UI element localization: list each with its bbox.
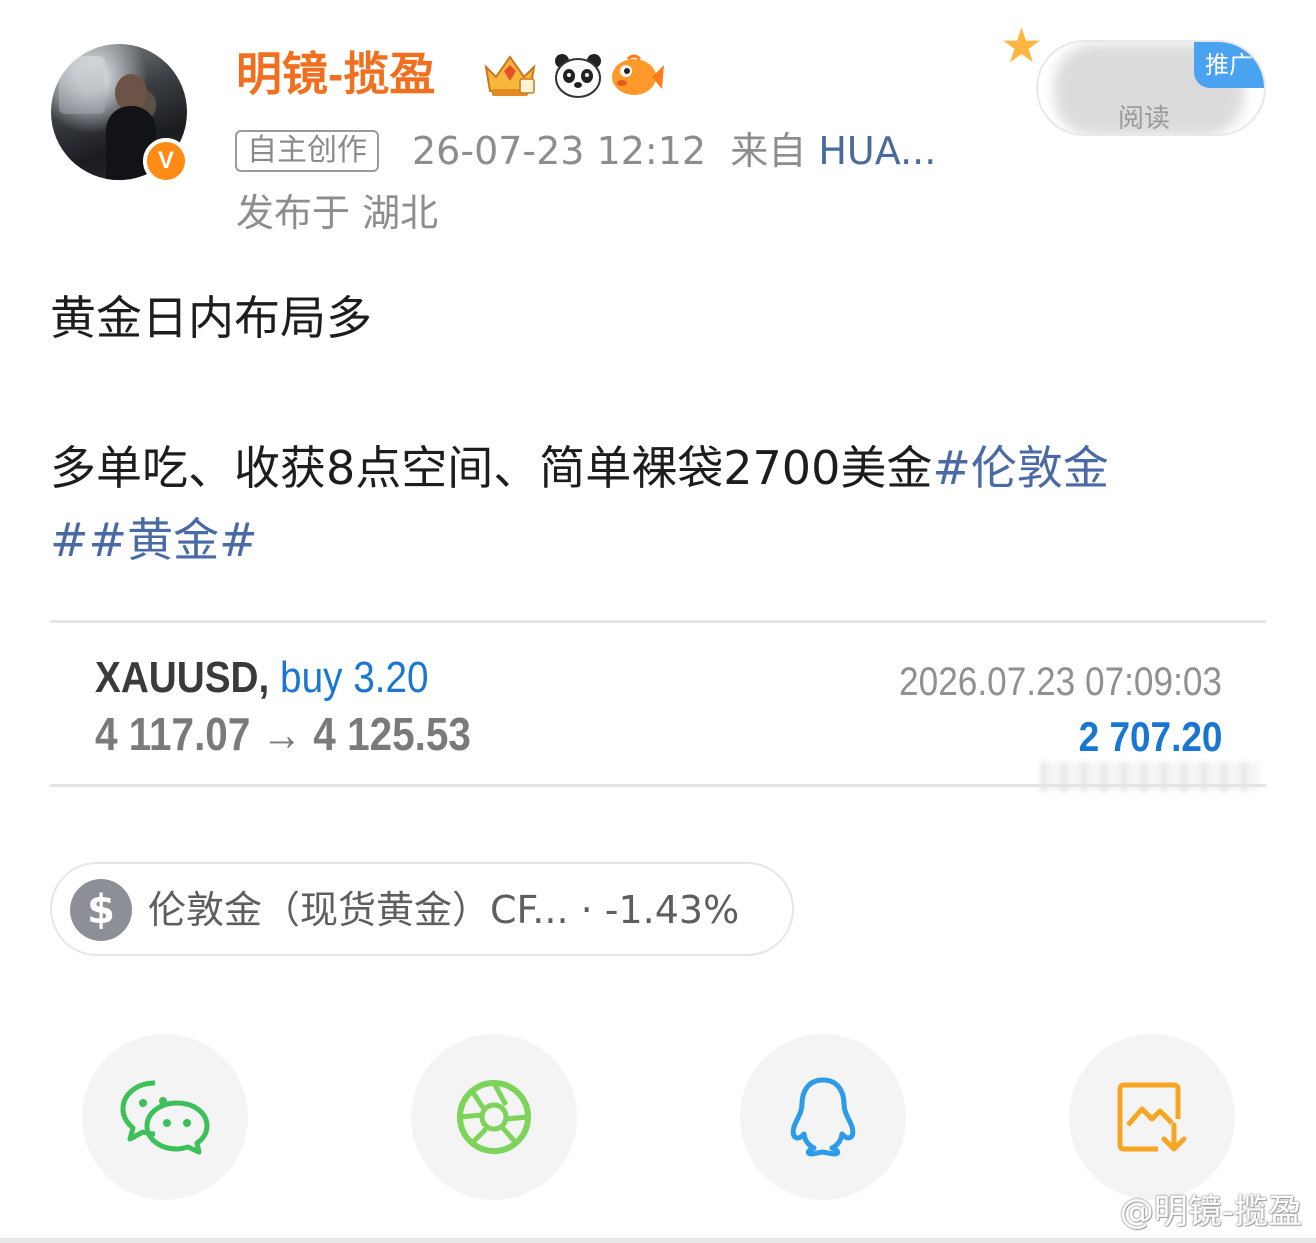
promo-widget[interactable]: 推广 阅读 — [1036, 40, 1266, 136]
original-content-tag: 自主创作 — [235, 130, 379, 172]
post-meta: 26-07-23 12:12 来自 HUA... — [412, 124, 936, 178]
post-text: 多单吃、收获8点空间、简单裸袋2700美金 — [50, 441, 933, 495]
username[interactable]: 明镜-揽盈 — [236, 44, 435, 104]
share-wechat-button[interactable] — [82, 1034, 248, 1200]
star-icon: ★ — [1000, 18, 1044, 74]
qq-icon — [790, 1077, 856, 1157]
post-text-line1: 黄金日内布局多 — [50, 291, 372, 345]
trade-symbol: XAUUSD, buy 3.20 — [95, 650, 429, 706]
source-prefix: 来自 — [730, 129, 807, 173]
divider — [50, 784, 1266, 787]
source-device[interactable]: HUA... — [818, 129, 936, 173]
save-image-button[interactable] — [1069, 1034, 1235, 1200]
trade-symbol-label: XAUUSD, — [95, 653, 270, 702]
trade-profit: 2 707.20 — [1078, 713, 1222, 760]
promo-tag: 推广 — [1194, 42, 1264, 88]
hashtag-gold[interactable]: ##黄金# — [50, 513, 258, 567]
trade-prices: 4 117.07 → 4 125.53 — [95, 708, 471, 760]
post-location: 发布于 湖北 — [236, 191, 439, 235]
post-text-line3: ##黄金# — [50, 508, 258, 572]
verified-icon: V — [143, 138, 189, 184]
crown-badge-icon[interactable] — [482, 50, 538, 100]
post-text-line2: 多单吃、收获8点空间、简单裸袋2700美金#伦敦金 — [50, 436, 1109, 500]
divider — [50, 620, 1266, 623]
dollar-icon: $ — [70, 879, 132, 941]
moments-icon — [457, 1080, 531, 1154]
share-qq-button[interactable] — [740, 1034, 906, 1200]
fish-badge-icon[interactable] — [608, 50, 664, 100]
trade-time: 2026.07.23 07:09:03 — [899, 660, 1222, 704]
trade-side: buy 3.20 — [280, 653, 429, 702]
bottom-divider — [0, 1238, 1316, 1243]
stock-chip[interactable]: $ 伦敦金（现货黄金）CF... · -1.43% — [50, 862, 794, 956]
post-timestamp: 26-07-23 12:12 — [412, 129, 707, 173]
panda-badge-icon[interactable] — [550, 50, 606, 100]
blurred-watermark — [1040, 762, 1260, 792]
wechat-icon — [120, 1080, 210, 1155]
stock-chip-text: 伦敦金（现货黄金）CF... · -1.43% — [148, 888, 740, 932]
save-image-icon — [1117, 1082, 1187, 1152]
hashtag-london-gold[interactable]: #伦敦金 — [932, 441, 1109, 495]
verified-label: V — [157, 147, 174, 174]
avatar-background — [59, 56, 105, 114]
weibo-watermark: @明镜-揽盈 — [1119, 1192, 1302, 1232]
share-moments-button[interactable] — [411, 1034, 577, 1200]
promo-label: 阅读 — [1118, 104, 1171, 134]
